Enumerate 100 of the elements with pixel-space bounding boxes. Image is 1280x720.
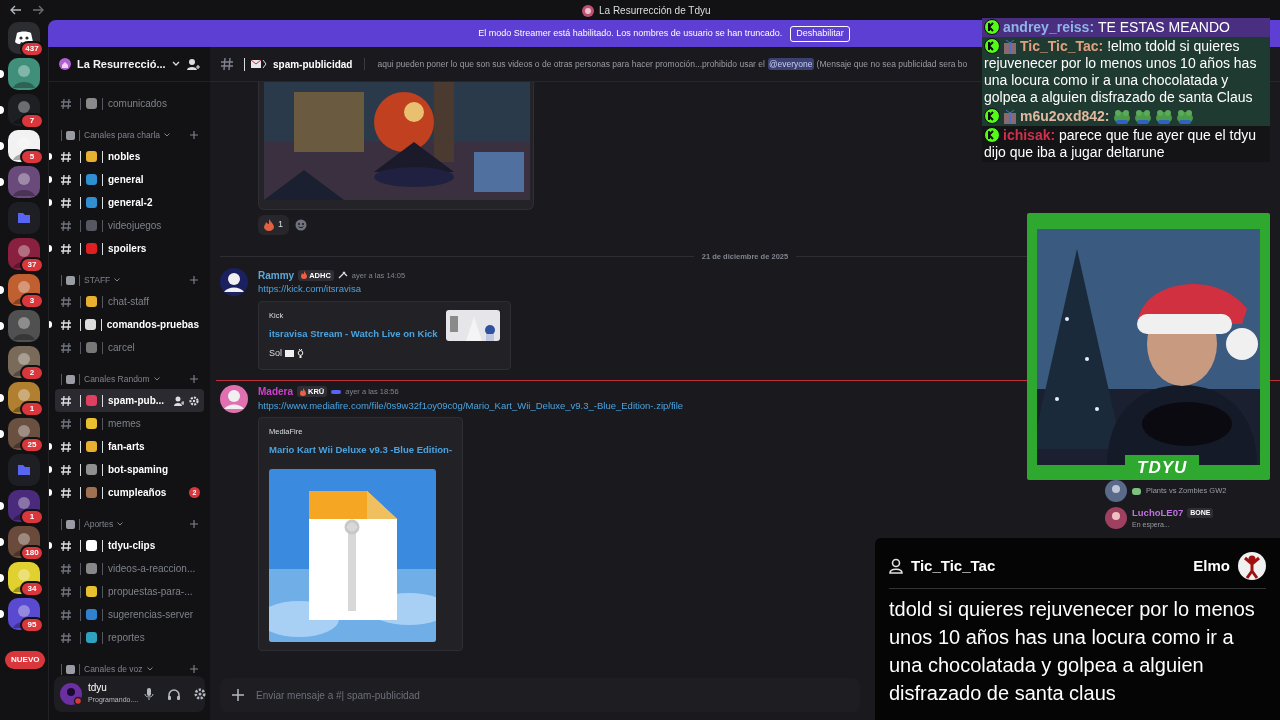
hash-icon (60, 486, 72, 499)
category-icon (66, 664, 75, 674)
channel-item[interactable]: spam-pub... (55, 389, 204, 412)
add-icon[interactable] (190, 276, 198, 284)
channel-item[interactable]: bot-spaming (55, 458, 204, 481)
embed-title[interactable]: itsravisa Stream - Watch Live on Kick (269, 326, 438, 341)
server-icon[interactable] (8, 58, 40, 90)
tts-voice: Elmo (1193, 555, 1230, 576)
channel-item[interactable]: tdyu-clips (55, 534, 204, 557)
avatar[interactable] (220, 384, 248, 413)
add-icon[interactable] (190, 665, 198, 673)
hash-icon (60, 219, 72, 232)
channel-item[interactable]: fan-arts (55, 435, 204, 458)
channel-item[interactable]: nobles (55, 145, 204, 168)
add-icon[interactable] (190, 131, 198, 139)
hash-icon (60, 631, 72, 644)
hash-icon (60, 196, 72, 209)
embed-description: Sol (269, 347, 282, 360)
chat-message: andrey_reiss: TE ESTAS MEANDO (982, 18, 1270, 37)
gamepad-icon (1132, 487, 1141, 495)
hash-icon (60, 608, 72, 621)
category-title[interactable]: Canales Random (84, 372, 150, 386)
channel-name: spam-publicidad (273, 57, 353, 72)
kick-icon (984, 38, 1000, 54)
channel-item[interactable]: general (55, 168, 204, 191)
channel-item[interactable]: spoilers (55, 237, 204, 260)
reaction-button[interactable]: 1 (258, 215, 289, 235)
back-icon[interactable] (10, 5, 22, 15)
folder-icon[interactable] (8, 202, 40, 234)
embed-title[interactable]: Mario Kart Wii Deluxe v9.3 -Blue Edition- (269, 443, 453, 458)
author-name[interactable]: Madera (258, 384, 293, 399)
hash-icon (60, 173, 72, 186)
channel-item[interactable]: comunicados (55, 92, 204, 115)
mention-link[interactable]: @everyone (767, 57, 814, 71)
channel-item[interactable]: memes (55, 412, 204, 435)
user-name: tdyu (88, 683, 108, 693)
server-icon[interactable] (8, 310, 40, 342)
flame-icon (264, 219, 274, 231)
category-title[interactable]: Canales de voz (84, 662, 143, 676)
message-field[interactable]: Enviar mensaje a #| spam-publicidad (220, 678, 860, 712)
channel-item[interactable]: carcel (55, 336, 204, 359)
member-name[interactable]: LuchoLE07 (1132, 506, 1184, 521)
folder-icon[interactable] (8, 454, 40, 486)
hash-icon (60, 463, 72, 476)
avatar[interactable] (220, 268, 248, 297)
channel-item[interactable]: general-2 (55, 191, 204, 214)
notification-badge: 437 (20, 41, 44, 57)
hash-icon (60, 417, 72, 430)
home-icon (59, 58, 71, 70)
headphones-icon[interactable] (168, 688, 181, 700)
forward-icon[interactable] (32, 5, 44, 15)
tts-user: Tic_Tic_Tac (911, 555, 996, 576)
add-reaction-icon[interactable] (295, 219, 307, 231)
category-icon (66, 374, 75, 384)
user-icon (889, 558, 903, 574)
chat-message: Tic_Tic_Tac: !elmo tdold si quieres rejuvenecer por lo menos unos 10 años has una locura como ir a una chocolatada y golpea a alguien disfrazado de santa Claus (982, 37, 1270, 107)
channel-item[interactable]: videos-a-reaccion... (55, 557, 204, 580)
hash-icon (60, 242, 72, 255)
link[interactable]: https://kick.com/itsravisa (258, 282, 511, 297)
channel-item[interactable]: propuestas-para-... (55, 580, 204, 603)
avatar[interactable] (1105, 507, 1127, 530)
channel-item[interactable]: chat-staff (55, 290, 204, 313)
channel-item[interactable]: sugerencias-server (55, 603, 204, 626)
channel-item[interactable]: comandos-pruebas (55, 313, 204, 336)
category-title[interactable]: Canales para charla (84, 128, 161, 142)
envelope-icon (251, 59, 267, 69)
add-icon[interactable] (190, 520, 198, 528)
server-icon[interactable] (8, 166, 40, 198)
message-input[interactable]: Enviar mensaje a #| spam-publicidad (256, 687, 848, 703)
server-name[interactable]: La Resurrecció... (77, 55, 166, 73)
link[interactable]: https://www.mediafire.com/file/0s9w32f1oy09c0g/Mario_Kart_Wii_Deluxe_v9.3_-Blue_Edition-.zip/file (258, 398, 684, 413)
channel-item[interactable]: videojuegos (55, 214, 204, 237)
hash-icon (60, 562, 72, 575)
add-icon[interactable] (232, 689, 244, 701)
microphone-icon[interactable] (144, 688, 155, 700)
category-icon (66, 130, 75, 140)
add-member-icon[interactable] (173, 395, 184, 406)
author-name[interactable]: Rammy (258, 267, 295, 283)
tts-message: tdold si quieres rejuvenecer por lo menos unos 10 años has una locura como ir a una chocolatada y golpea a alguien disfrazado de santa claus (889, 597, 1256, 706)
channel-item[interactable]: reportes (55, 626, 204, 649)
add-icon[interactable] (190, 375, 198, 383)
kick-icon (984, 127, 1000, 143)
avatar[interactable] (1105, 480, 1127, 502)
category-title[interactable]: Aportes (84, 517, 114, 531)
notification-badge: 34 (20, 581, 44, 597)
new-badge[interactable]: NUEVO (5, 651, 46, 669)
notification-badge: 95 (20, 617, 44, 633)
notification-badge: 2 (20, 365, 44, 381)
disable-button[interactable]: Deshabilitar (790, 25, 850, 42)
banner-text: El modo Streamer está habilitado. Los nombres de usuario se han truncado. (478, 26, 783, 40)
notification-badge: 25 (20, 437, 44, 453)
channel-topic: aqui pueden poner lo que son sus videos o de otras personas para hacer promoción...prohibido usar el (377, 57, 765, 71)
flag-icon (285, 349, 294, 358)
category-title[interactable]: STAFF (84, 273, 111, 287)
notification-badge: 3 (20, 293, 44, 309)
frog-emote-icon (1113, 108, 1132, 124)
kick-icon (984, 108, 1000, 124)
settings-icon[interactable] (194, 688, 207, 700)
add-member-icon[interactable] (186, 58, 200, 70)
settings-icon[interactable] (189, 395, 199, 406)
